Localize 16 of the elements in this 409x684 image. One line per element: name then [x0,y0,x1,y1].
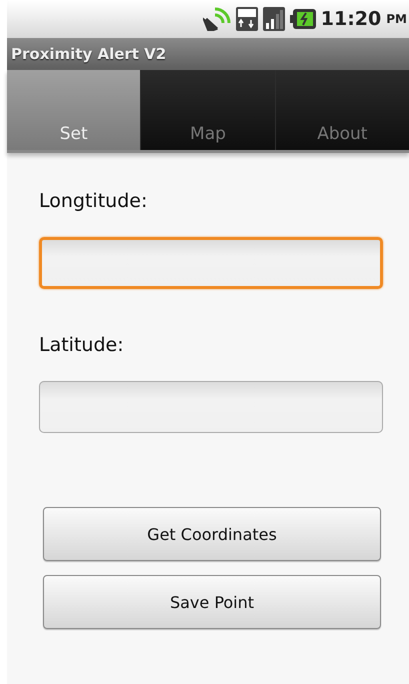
tab[interactable]: Set [7,70,140,150]
network-3g-icon [236,7,258,31]
window-title: Proximity Alert V2 [11,45,166,63]
field-label: Latitude: [38,334,125,356]
input-field[interactable] [39,237,383,289]
tab[interactable]: Map [140,70,275,150]
field-label: Longtitude: [38,190,148,212]
action-button[interactable]: Save Point [43,575,381,629]
action-button[interactable]: Get Coordinates [43,507,381,561]
signal-icon [262,7,285,31]
satellite-icon [202,7,231,31]
battery-icon [290,9,316,29]
clock-period: PM [386,12,407,26]
tab[interactable]: About [274,70,409,150]
input-field[interactable] [39,381,383,433]
clock-time: 11:20 [320,8,382,30]
